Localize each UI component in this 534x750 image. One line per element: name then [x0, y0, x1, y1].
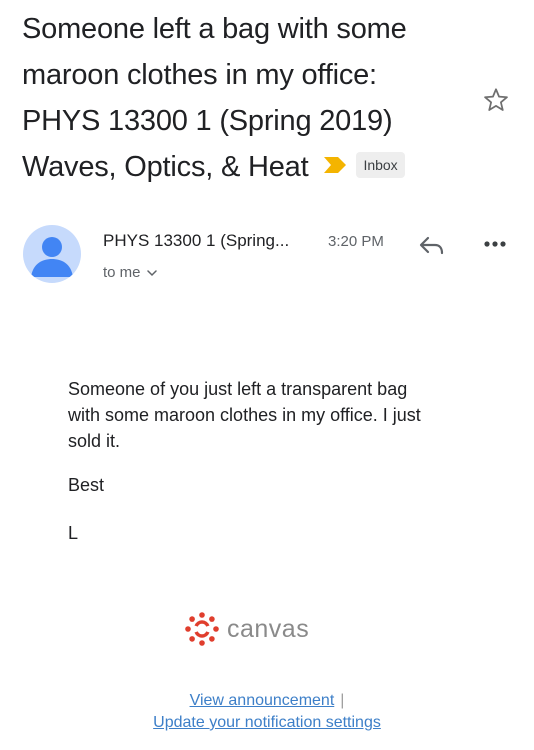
person-icon [31, 237, 73, 277]
star-icon[interactable] [482, 86, 510, 114]
email-subject: Someone left a bag with some maroon clot… [22, 6, 462, 190]
sender-avatar[interactable] [23, 225, 81, 283]
recipient-label: to me [103, 264, 141, 281]
message-time: 3:20 PM [328, 233, 384, 250]
recipient-toggle[interactable]: to me [103, 264, 157, 281]
message-body: Someone of you just left a transparent b… [68, 376, 428, 454]
canvas-logo: canvas [184, 611, 309, 647]
message-initial: L [68, 523, 79, 543]
view-announcement-link[interactable]: View announcement [190, 692, 335, 709]
message-body-text: Someone of you just left a transparent b… [68, 379, 421, 451]
message-signoff: Best [68, 475, 105, 495]
notification-settings-link[interactable]: Update your notification settings [153, 714, 381, 731]
importance-marker-icon[interactable] [322, 156, 348, 174]
canvas-logo-text: canvas [227, 614, 310, 643]
chevron-down-icon [146, 270, 157, 277]
more-options-icon[interactable] [482, 236, 508, 252]
footer-links: View announcement | Update your notificat… [0, 690, 534, 734]
canvas-logo-icon [185, 612, 219, 646]
link-separator: | [340, 692, 345, 709]
inbox-label[interactable]: Inbox [356, 152, 405, 179]
reply-icon[interactable] [418, 234, 446, 258]
sender-name[interactable]: PHYS 13300 1 (Spring... [103, 231, 289, 251]
